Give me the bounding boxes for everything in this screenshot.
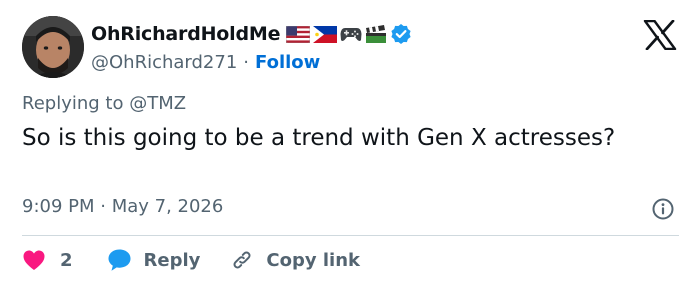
link-icon <box>233 251 251 269</box>
copy-link-label: Copy link <box>266 249 360 271</box>
handle-separator: · <box>243 51 250 73</box>
verified-badge-icon <box>391 24 411 44</box>
like-count: 2 <box>60 249 73 271</box>
heart-icon <box>23 250 45 270</box>
reply-button[interactable]: Reply <box>107 248 201 272</box>
us-flag-icon <box>286 25 311 43</box>
info-icon[interactable] <box>651 197 675 221</box>
avatar[interactable] <box>22 16 84 78</box>
clapperboard-icon <box>366 24 387 43</box>
copy-link-button[interactable]: Copy link <box>230 248 360 272</box>
handle[interactable]: @OhRichard271 <box>91 52 237 73</box>
divider <box>22 235 679 236</box>
handle-row: @OhRichard271 · Follow <box>91 49 412 75</box>
action-bar: 2 Reply Copy link <box>22 246 360 274</box>
info-icon-graphic <box>652 198 674 220</box>
replying-to[interactable]: Replying to @TMZ <box>22 93 186 114</box>
gamepad-icon <box>340 28 362 41</box>
reply-label: Reply <box>143 249 201 271</box>
tweet-timestamp[interactable]: 9:09 PM · May 7, 2026 <box>22 196 223 217</box>
philippines-flag-icon <box>313 25 338 43</box>
like-button[interactable]: 2 <box>22 249 73 271</box>
profile-badges <box>286 23 412 45</box>
x-logo-graphic <box>643 19 677 51</box>
tweet-embed-card: OhRichardHoldMe @OhRichard271 · Follow R… <box>0 0 700 287</box>
display-name[interactable]: OhRichardHoldMe <box>91 23 280 45</box>
name-row: OhRichardHoldMe <box>91 20 412 48</box>
follow-button[interactable]: Follow <box>255 52 320 73</box>
tweet-text: So is this going to be a trend with Gen … <box>22 125 616 151</box>
reply-bubble-icon <box>108 249 131 271</box>
x-logo-icon[interactable] <box>643 19 677 51</box>
avatar-image <box>22 16 84 78</box>
author-header: OhRichardHoldMe @OhRichard271 · Follow <box>91 20 412 75</box>
